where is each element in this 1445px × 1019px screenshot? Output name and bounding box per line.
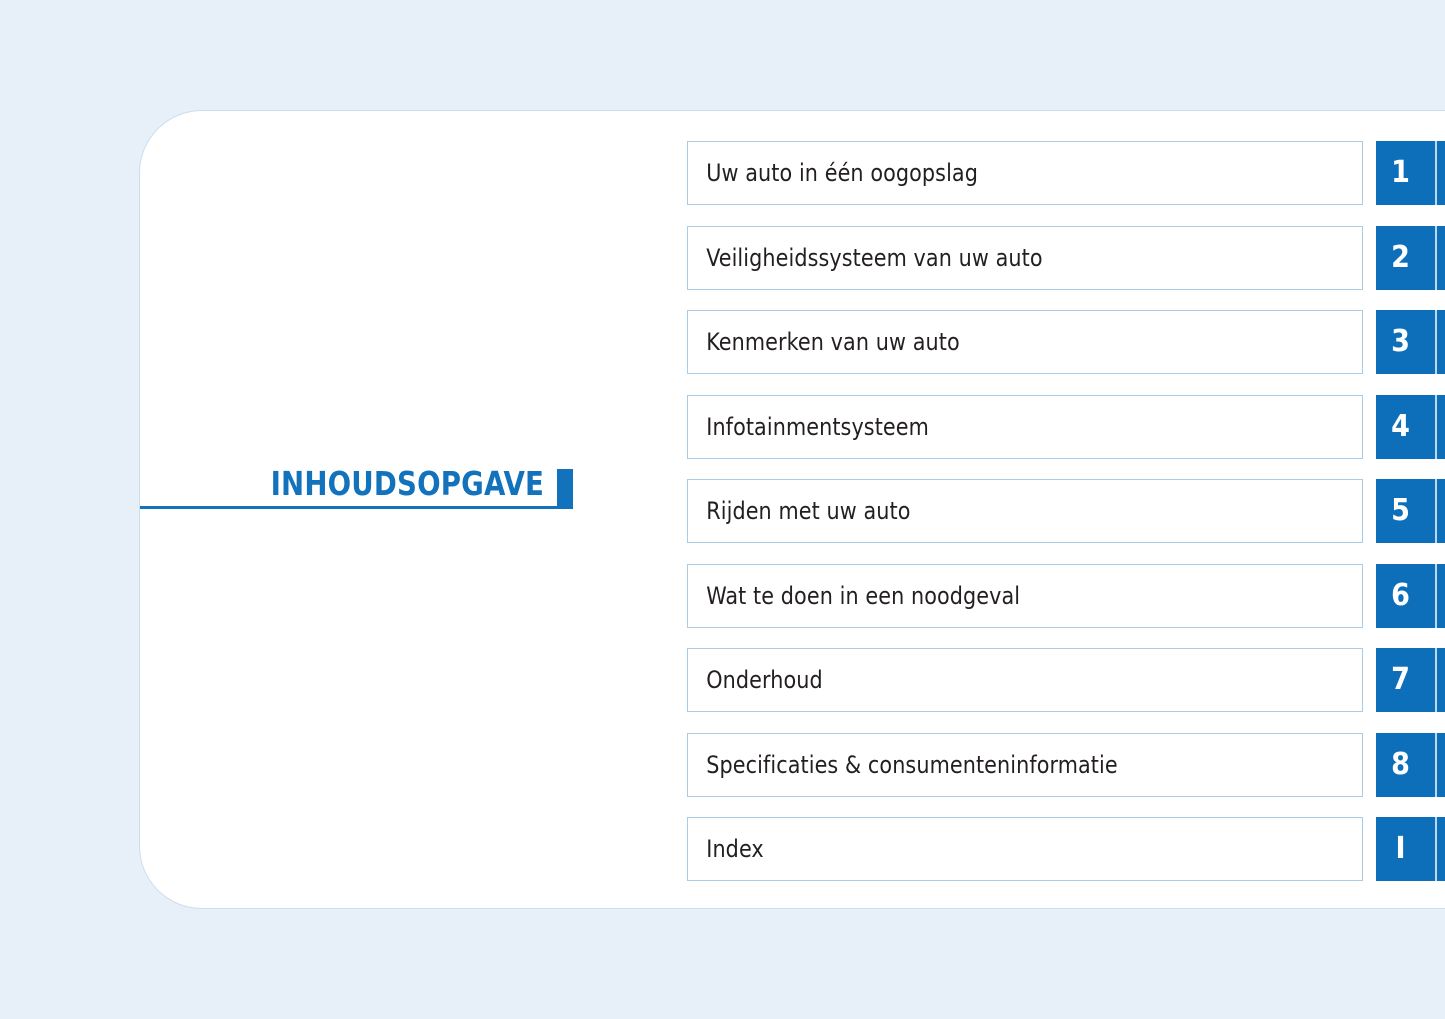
chapter-link[interactable]: Kenmerken van uw auto	[687, 310, 1363, 374]
chapter-number: 2	[1391, 239, 1410, 275]
chapter-title: Uw auto in één oogopslag	[706, 159, 978, 187]
chapter-row[interactable]: Rijden met uw auto 5	[687, 479, 1445, 543]
chapter-row[interactable]: Specificaties & consumenteninformatie 8	[687, 732, 1445, 797]
chapter-number: 8	[1391, 746, 1410, 782]
chapter-number-tab[interactable]: 4	[1376, 394, 1445, 459]
chapter-row[interactable]: Wat te doen in een noodgeval 6	[687, 563, 1445, 628]
chapter-number-tab[interactable]: I	[1376, 817, 1445, 881]
chapter-link[interactable]: Onderhoud	[687, 648, 1363, 712]
chapter-title: Veiligheidssysteem van uw auto	[706, 243, 1043, 272]
chapter-title: Kenmerken van uw auto	[706, 328, 960, 356]
chapter-title: Rijden met uw auto	[706, 497, 911, 525]
chapter-title: Specificaties & consumenteninformatie	[706, 750, 1118, 779]
chapter-number-tab[interactable]: 8	[1376, 732, 1445, 797]
chapter-row[interactable]: Kenmerken van uw auto 3	[687, 310, 1445, 374]
chapter-title: Onderhoud	[706, 666, 823, 694]
chapter-row[interactable]: Onderhoud 7	[687, 648, 1445, 712]
chapter-row[interactable]: Uw auto in één oogopslag 1	[687, 141, 1445, 205]
chapter-number-tab[interactable]: 2	[1376, 225, 1445, 290]
chapter-list: Uw auto in één oogopslag 1 Veiligheidssyst…	[687, 141, 1445, 902]
chapter-number-tab[interactable]: 7	[1376, 648, 1445, 712]
chapter-number: 3	[1391, 324, 1410, 359]
chapter-number-tab[interactable]: 3	[1376, 310, 1445, 374]
chapter-link[interactable]: Specificaties & consumenteninformatie	[687, 732, 1363, 797]
chapter-row[interactable]: Veiligheidssysteem van uw auto 2	[687, 225, 1445, 290]
title-accent-square	[557, 469, 573, 509]
chapter-number: I	[1395, 831, 1406, 866]
page-title: INHOUDSOPGAVE	[270, 464, 544, 503]
chapter-row[interactable]: Infotainmentsysteem 4	[687, 394, 1445, 459]
chapter-number-tab[interactable]: 6	[1376, 563, 1445, 628]
chapter-row[interactable]: Index I	[687, 817, 1445, 881]
chapter-number-tab[interactable]: 1	[1376, 141, 1445, 205]
chapter-link[interactable]: Veiligheidssysteem van uw auto	[687, 225, 1363, 290]
chapter-number: 6	[1391, 577, 1410, 613]
chapter-link[interactable]: Index	[687, 817, 1363, 881]
chapter-number: 4	[1391, 408, 1410, 444]
chapter-link[interactable]: Rijden met uw auto	[687, 479, 1363, 543]
chapter-number: 1	[1391, 155, 1410, 190]
title-underline-rule	[140, 506, 560, 509]
chapter-number-tab[interactable]: 5	[1376, 479, 1445, 543]
chapter-title: Infotainmentsysteem	[706, 412, 929, 441]
chapter-number: 5	[1391, 493, 1410, 528]
chapter-title: Wat te doen in een noodgeval	[706, 581, 1021, 610]
chapter-link[interactable]: Uw auto in één oogopslag	[687, 141, 1363, 205]
table-of-contents-title-block: INHOUDSOPGAVE	[0, 462, 576, 512]
chapter-link[interactable]: Wat te doen in een noodgeval	[687, 563, 1363, 628]
chapter-link[interactable]: Infotainmentsysteem	[687, 394, 1363, 459]
chapter-title: Index	[706, 835, 764, 863]
chapter-number: 7	[1391, 662, 1410, 697]
